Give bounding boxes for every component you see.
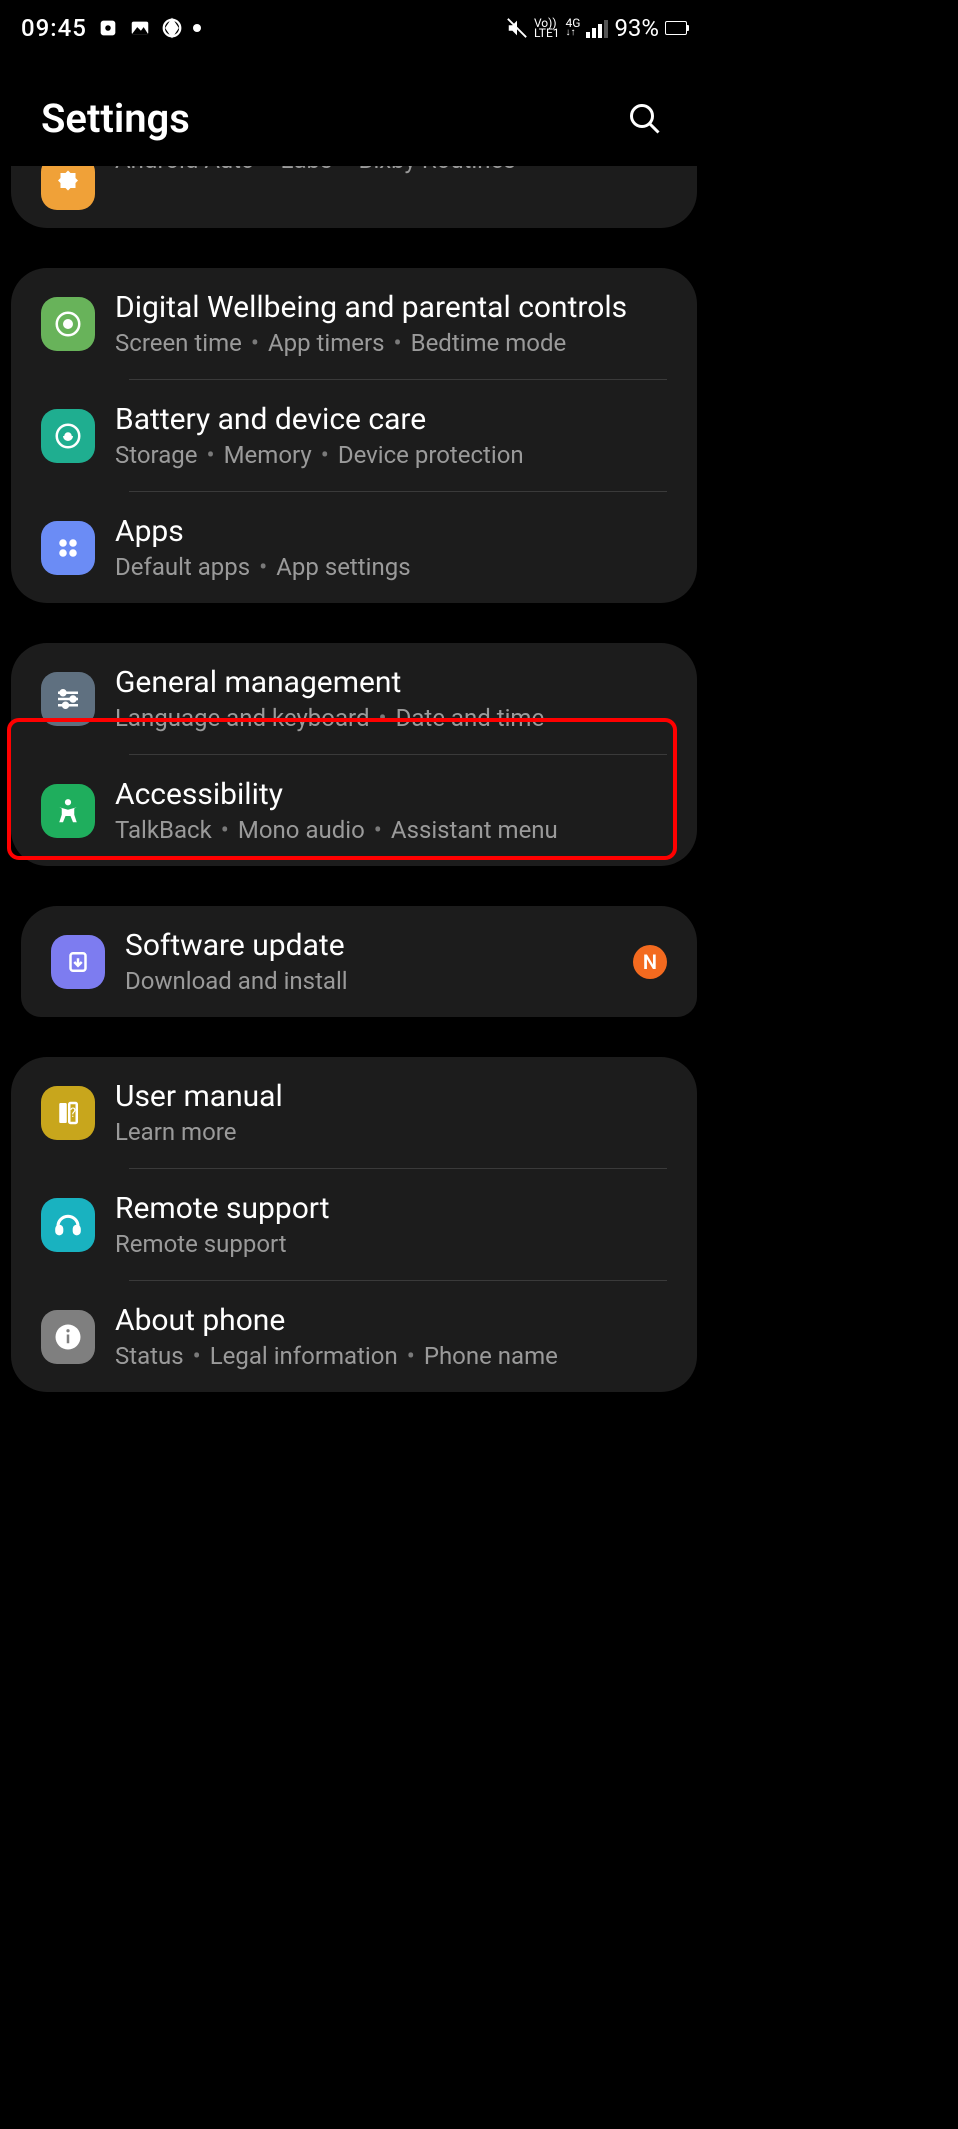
row-title: Software update — [125, 928, 623, 963]
advanced-icon — [41, 166, 95, 210]
row-subtitle: Download and install — [125, 967, 623, 995]
clock: 09:45 — [21, 14, 87, 42]
battery-percentage: 93% — [614, 14, 659, 42]
about-phone-icon — [41, 1310, 95, 1364]
signal-icon — [586, 18, 608, 38]
section-general: General management Language and keyboard… — [11, 643, 697, 866]
settings-list[interactable]: Advanced features Android Auto•Labs•Bixb… — [1, 166, 707, 1392]
status-right: Vo)) LTE1 4G ↓↑ 93% — [506, 14, 687, 42]
row-title: Apps — [115, 514, 667, 549]
section-info: ? User manual Learn more Remote support — [11, 1057, 697, 1392]
row-title: User manual — [115, 1079, 667, 1114]
accessibility-icon — [41, 784, 95, 838]
row-title: Remote support — [115, 1191, 667, 1226]
notification-badge: N — [633, 945, 667, 979]
row-subtitle: Android Auto•Labs•Bixby Routines — [115, 166, 667, 174]
row-remote-support[interactable]: Remote support Remote support — [11, 1169, 697, 1280]
row-apps[interactable]: Apps Default apps•App settings — [11, 492, 697, 603]
row-digital-wellbeing[interactable]: Digital Wellbeing and parental controls … — [11, 268, 697, 379]
section-advanced: Advanced features Android Auto•Labs•Bixb… — [11, 166, 697, 228]
row-accessibility[interactable]: Accessibility TalkBack•Mono audio•Assist… — [11, 755, 697, 866]
network-indicator: 4G ↓↑ — [566, 18, 581, 38]
section-device: Digital Wellbeing and parental controls … — [11, 268, 697, 603]
row-about-phone[interactable]: About phone Status•Legal information•Pho… — [11, 1281, 697, 1392]
software-update-icon — [51, 935, 105, 989]
row-title: Digital Wellbeing and parental controls — [115, 290, 667, 325]
row-battery-device-care[interactable]: Battery and device care Storage•Memory•D… — [11, 380, 697, 491]
row-user-manual[interactable]: ? User manual Learn more — [11, 1057, 697, 1168]
row-title: About phone — [115, 1303, 667, 1338]
row-title: Accessibility — [115, 777, 667, 812]
notif-icon-1 — [97, 17, 119, 39]
row-subtitle: Status•Legal information•Phone name — [115, 1342, 667, 1370]
search-icon — [627, 101, 663, 137]
row-subtitle: TalkBack•Mono audio•Assistant menu — [115, 816, 667, 844]
row-title: Battery and device care — [115, 402, 667, 437]
row-subtitle: Remote support — [115, 1230, 667, 1258]
row-general-management[interactable]: General management Language and keyboard… — [11, 643, 697, 754]
notif-icon-2 — [129, 17, 151, 39]
row-software-update[interactable]: Software update Download and install N — [21, 906, 697, 1017]
apps-icon — [41, 521, 95, 575]
row-subtitle: Storage•Memory•Device protection — [115, 441, 667, 469]
status-left: 09:45 — [21, 14, 201, 42]
remote-support-icon — [41, 1198, 95, 1252]
notif-overflow-dot-icon — [193, 24, 201, 32]
user-manual-icon: ? — [41, 1086, 95, 1140]
section-software: Software update Download and install N — [21, 906, 697, 1017]
notif-icon-3 — [161, 17, 183, 39]
row-subtitle: Default apps•App settings — [115, 553, 667, 581]
svg-text:?: ? — [70, 1105, 76, 1120]
row-subtitle: Screen time•App timers•Bedtime mode — [115, 329, 667, 357]
wellbeing-icon — [41, 297, 95, 351]
row-advanced-features[interactable]: Advanced features Android Auto•Labs•Bixb… — [11, 166, 697, 228]
mute-icon — [506, 17, 528, 39]
row-subtitle: Language and keyboard•Date and time — [115, 704, 667, 732]
battery-care-icon — [41, 409, 95, 463]
volte-indicator: Vo)) LTE1 — [534, 18, 560, 38]
search-button[interactable] — [623, 97, 667, 141]
general-management-icon — [41, 672, 95, 726]
battery-icon — [665, 21, 687, 35]
page-title: Settings — [41, 95, 190, 142]
status-bar: 09:45 Vo)) LTE1 4G ↓↑ — [1, 0, 707, 55]
row-subtitle: Learn more — [115, 1118, 667, 1146]
page-header: Settings — [1, 55, 707, 172]
row-title: General management — [115, 665, 667, 700]
